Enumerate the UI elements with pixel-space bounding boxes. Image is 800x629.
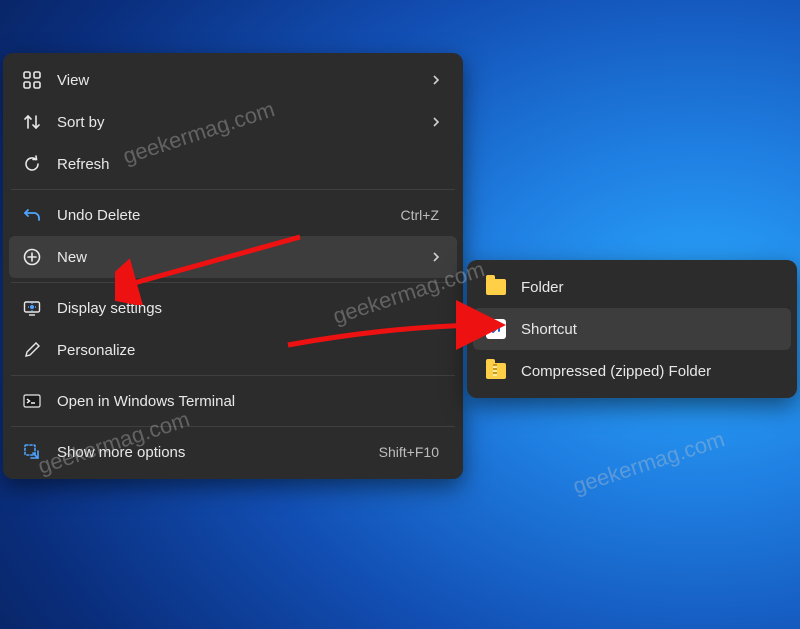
menu-new-label: New — [57, 249, 417, 266]
show-more-icon — [21, 441, 43, 463]
submenu-folder[interactable]: Folder — [473, 266, 791, 308]
menu-separator — [11, 282, 455, 283]
plus-circle-icon — [21, 246, 43, 268]
menu-sort-by-label: Sort by — [57, 114, 417, 131]
submenu-compressed-folder-label: Compressed (zipped) Folder — [521, 363, 779, 380]
menu-open-terminal[interactable]: Open in Windows Terminal — [9, 380, 457, 422]
menu-personalize-label: Personalize — [57, 342, 445, 359]
new-submenu: Folder Shortcut Compressed (zipped) Fold… — [467, 260, 797, 398]
chevron-right-icon — [431, 73, 445, 87]
menu-show-more-options-shortcut: Shift+F10 — [379, 444, 439, 460]
chevron-right-icon — [431, 250, 445, 264]
menu-separator — [11, 189, 455, 190]
menu-show-more-options[interactable]: Show more options Shift+F10 — [9, 431, 457, 473]
refresh-icon — [21, 153, 43, 175]
submenu-shortcut[interactable]: Shortcut — [473, 308, 791, 350]
watermark: geekermag.com — [570, 426, 728, 499]
menu-open-terminal-label: Open in Windows Terminal — [57, 393, 445, 410]
menu-new[interactable]: New — [9, 236, 457, 278]
sort-icon — [21, 111, 43, 133]
menu-view-label: View — [57, 72, 417, 89]
menu-refresh[interactable]: Refresh — [9, 143, 457, 185]
menu-display-settings-label: Display settings — [57, 300, 445, 317]
folder-icon — [485, 276, 507, 298]
menu-separator — [11, 375, 455, 376]
desktop-context-menu: View Sort by Refresh — [3, 53, 463, 479]
submenu-compressed-folder[interactable]: Compressed (zipped) Folder — [473, 350, 791, 392]
display-settings-icon — [21, 297, 43, 319]
menu-undo-delete-label: Undo Delete — [57, 207, 387, 224]
menu-personalize[interactable]: Personalize — [9, 329, 457, 371]
menu-view[interactable]: View — [9, 59, 457, 101]
paintbrush-icon — [21, 339, 43, 361]
menu-display-settings[interactable]: Display settings — [9, 287, 457, 329]
menu-undo-delete[interactable]: Undo Delete Ctrl+Z — [9, 194, 457, 236]
menu-undo-delete-shortcut: Ctrl+Z — [401, 207, 440, 223]
menu-show-more-options-label: Show more options — [57, 444, 365, 461]
terminal-icon — [21, 390, 43, 412]
menu-refresh-label: Refresh — [57, 156, 445, 173]
shortcut-icon — [485, 318, 507, 340]
submenu-folder-label: Folder — [521, 279, 779, 296]
undo-icon — [21, 204, 43, 226]
view-icon — [21, 69, 43, 91]
menu-separator — [11, 426, 455, 427]
chevron-right-icon — [431, 115, 445, 129]
submenu-shortcut-label: Shortcut — [521, 321, 779, 338]
zip-folder-icon — [485, 360, 507, 382]
menu-sort-by[interactable]: Sort by — [9, 101, 457, 143]
